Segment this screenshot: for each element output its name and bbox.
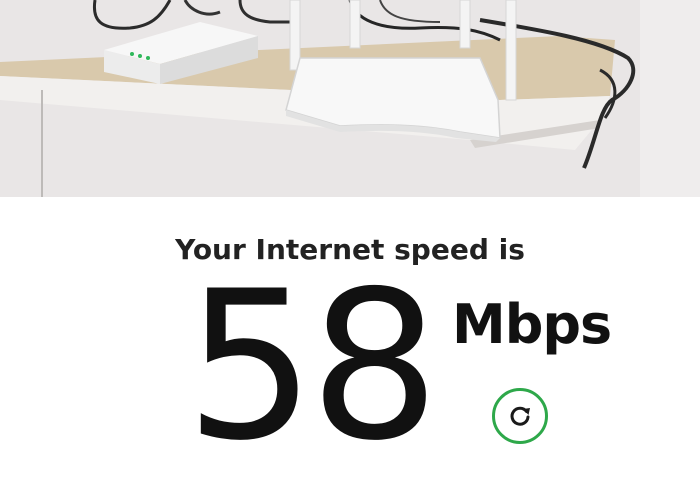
- speed-result-panel: Your Internet speed is 58 Mbps: [0, 197, 700, 500]
- speed-unit: Mbps: [452, 293, 612, 356]
- refresh-icon: [510, 406, 530, 426]
- router-photo: [0, 0, 700, 197]
- speed-value: 58: [185, 248, 440, 486]
- refresh-button[interactable]: [492, 388, 548, 444]
